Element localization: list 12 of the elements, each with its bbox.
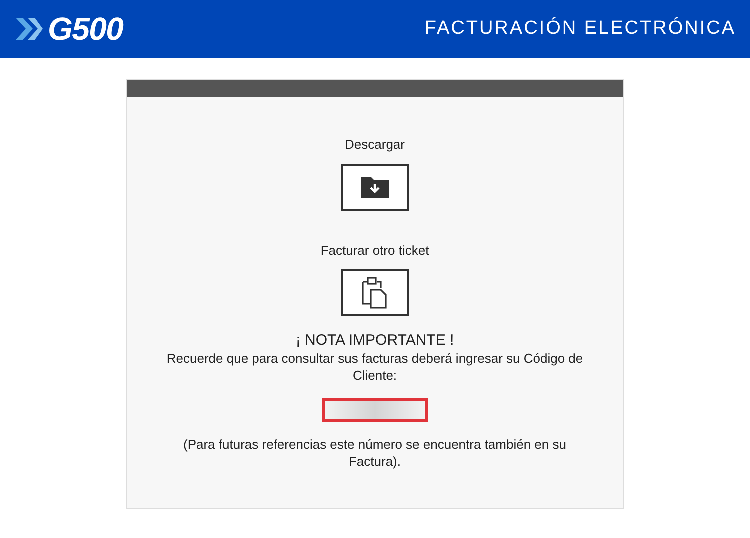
- clipboard-icon: [360, 276, 390, 310]
- folder-download-icon: [360, 175, 390, 199]
- note-text: Recuerde que para consultar sus facturas deberá ingresar su Código de Cliente:: [166, 350, 584, 384]
- action-label: Facturar otro ticket: [320, 242, 430, 260]
- action-button[interactable]: [341, 269, 409, 316]
- logo-text: G500: [48, 13, 124, 45]
- note-title: ¡ NOTA IMPORTANTE !: [296, 332, 454, 350]
- action-label: Descargar: [345, 136, 405, 154]
- action-button[interactable]: [341, 164, 409, 210]
- note-footer: (Para futuras referencias este número se encuentra también en su Factura).: [165, 436, 585, 470]
- header-title: FACTURACIÓN ELECTRÓNICA: [424, 16, 736, 41]
- logo-icon: [14, 16, 44, 42]
